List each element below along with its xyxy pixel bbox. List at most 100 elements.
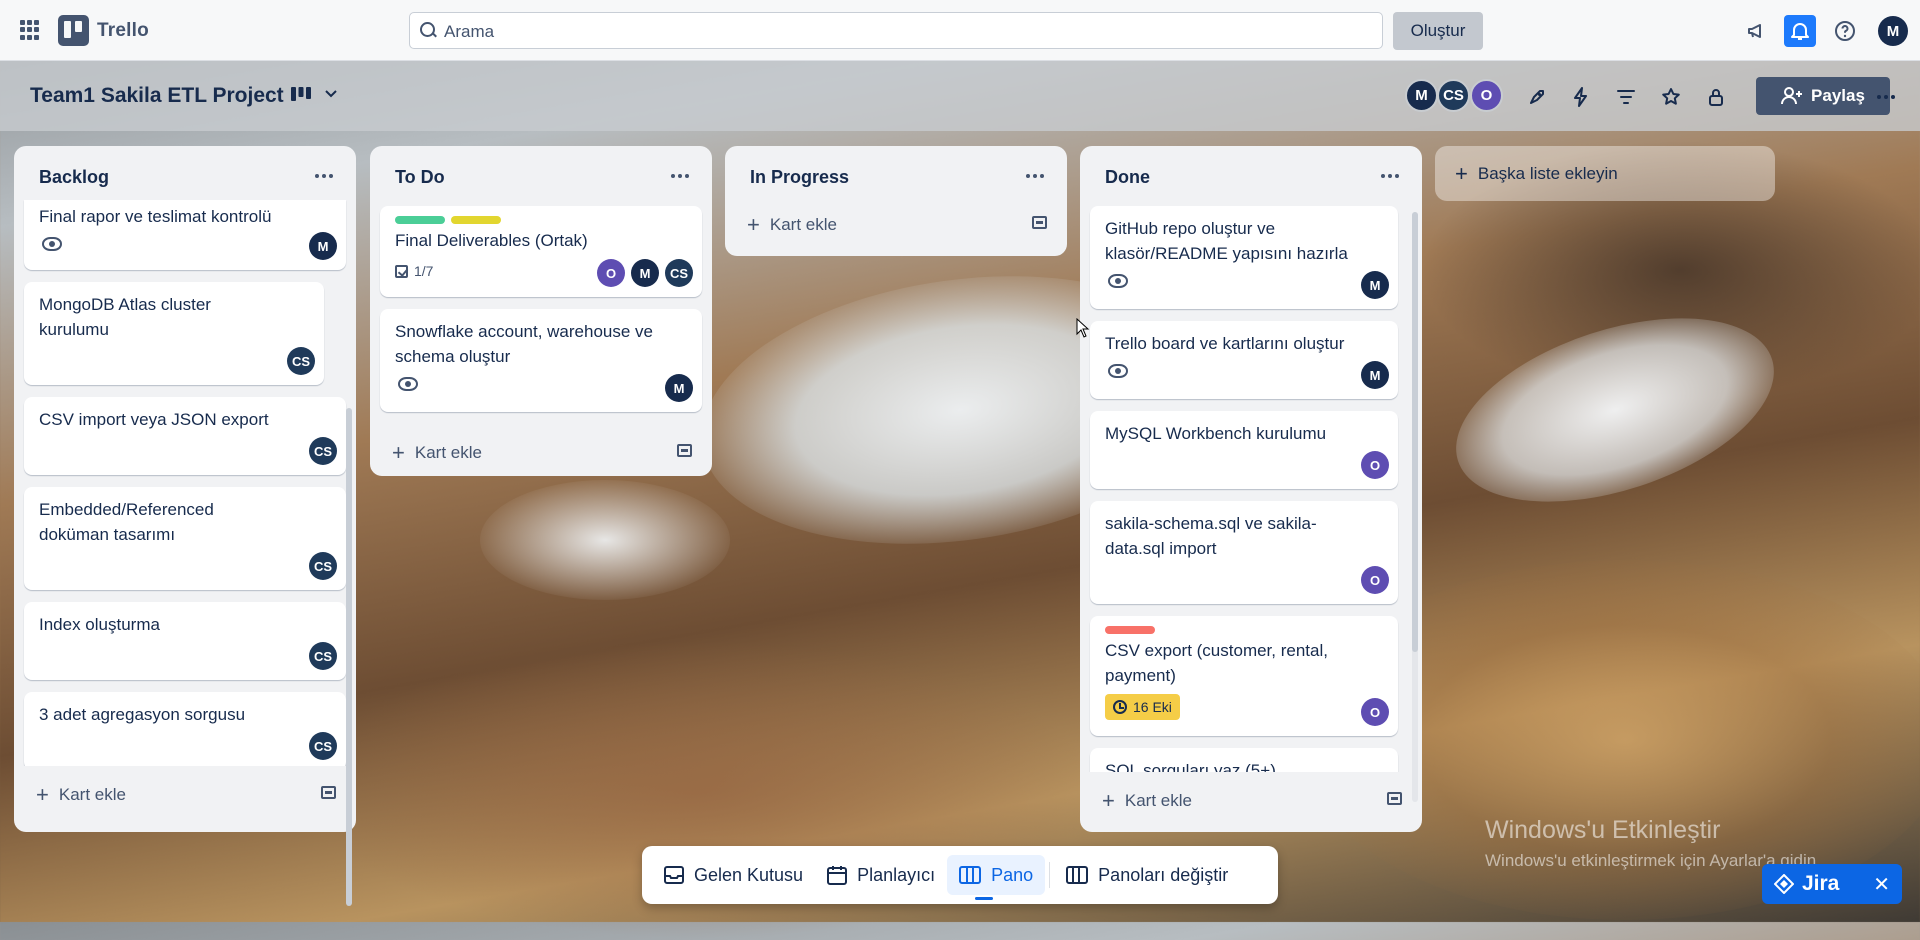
app-name: Trello	[97, 19, 149, 41]
card-title: Embedded/Referenced doküman tasarımı	[39, 500, 214, 544]
card[interactable]: SQL sorguları yaz (5+)	[1090, 748, 1398, 772]
card-label-yellow[interactable]	[451, 216, 501, 224]
add-card-button[interactable]: + Kart ekle	[28, 776, 134, 814]
card-template-icon[interactable]	[1387, 792, 1402, 805]
close-icon[interactable]: ✕	[1873, 872, 1890, 897]
mouse-cursor-icon	[1076, 318, 1090, 338]
list-in-progress: In Progress + Kart ekle	[725, 146, 1067, 256]
card[interactable]: 3 adet agregasyon sorgusu CS	[24, 692, 346, 766]
list-title[interactable]: To Do	[395, 167, 445, 188]
list-title[interactable]: Backlog	[39, 167, 109, 188]
card-member-avatar[interactable]: M	[1361, 271, 1389, 299]
add-card-button[interactable]: + Kart ekle	[1094, 782, 1200, 820]
card[interactable]: MongoDB Atlas cluster kurulumu CS	[24, 282, 324, 385]
list-menu-icon[interactable]	[1021, 164, 1049, 188]
jira-promo-chip[interactable]: Jira ✕	[1762, 864, 1902, 904]
automation-lightning-icon[interactable]	[1567, 83, 1595, 111]
calendar-icon	[827, 866, 848, 885]
list-backlog: Backlog Final rapor ve teslimat kontrolü…	[14, 146, 356, 906]
create-button[interactable]: Oluştur	[1393, 12, 1483, 50]
card-template-icon[interactable]	[1032, 216, 1047, 229]
card[interactable]: sakila-schema.sql ve sakila-data.sql imp…	[1090, 501, 1398, 604]
share-button[interactable]: Paylaş	[1756, 77, 1890, 115]
due-date-badge[interactable]: 16 Eki	[1105, 694, 1180, 720]
card-member-avatar[interactable]: O	[597, 259, 625, 287]
add-list-label: Başka liste ekleyin	[1477, 163, 1618, 183]
nav-planner[interactable]: Planlayıcı	[815, 855, 947, 895]
watermark-title: Windows'u Etkinleştir	[1485, 816, 1721, 844]
list-scrollbar[interactable]	[1412, 212, 1418, 652]
star-icon[interactable]	[1657, 83, 1685, 111]
board-title[interactable]: Team1 Sakila ETL Project	[30, 84, 284, 108]
windows-activation-watermark: Windows'u Etkinleştir Windows'u etkinleş…	[1485, 816, 1821, 871]
card[interactable]: Final Deliverables (Ortak) 1/7 O M CS	[380, 206, 702, 297]
board-member-avatar[interactable]: CS	[1437, 79, 1470, 112]
search-input[interactable]	[442, 13, 1346, 50]
card[interactable]: CSV export (customer, rental, payment) 1…	[1090, 616, 1398, 736]
nav-inbox[interactable]: Gelen Kutusu	[652, 855, 815, 895]
card-member-avatar[interactable]: CS	[309, 732, 337, 760]
app-switcher-icon[interactable]	[20, 20, 40, 40]
card-labels[interactable]	[395, 216, 688, 224]
trello-logo[interactable]: Trello	[58, 15, 149, 46]
card-template-icon[interactable]	[321, 786, 336, 799]
card-member-avatar[interactable]: CS	[287, 347, 315, 375]
card[interactable]: Embedded/Referenced doküman tasarımı CS	[24, 487, 346, 590]
user-avatar[interactable]: M	[1878, 16, 1908, 46]
nav-board[interactable]: Pano	[947, 855, 1046, 900]
card-member-avatar[interactable]: M	[309, 232, 337, 260]
board-member-avatar[interactable]: M	[1405, 79, 1438, 112]
card[interactable]: Index oluşturma CS	[24, 602, 346, 680]
list-menu-icon[interactable]	[666, 164, 694, 188]
filter-icon[interactable]	[1612, 83, 1640, 111]
card-member-avatar[interactable]: M	[665, 374, 693, 402]
power-ups-rocket-icon[interactable]	[1523, 83, 1551, 111]
list-title[interactable]: In Progress	[750, 167, 849, 188]
card-member-avatar[interactable]: O	[1361, 566, 1389, 594]
board-member-avatar[interactable]: O	[1470, 79, 1503, 112]
list-scrollbar[interactable]	[346, 408, 352, 906]
add-card-button[interactable]: + Kart ekle	[384, 434, 490, 472]
add-list-button[interactable]: + Başka liste ekleyin	[1435, 146, 1775, 201]
notifications-bell-icon[interactable]	[1784, 15, 1816, 47]
lock-visibility-icon[interactable]	[1702, 83, 1730, 111]
watching-eye-icon	[398, 377, 418, 391]
add-card-label: Kart ekle	[414, 443, 482, 462]
card-title: SQL sorguları yaz (5+)	[1105, 761, 1276, 772]
card[interactable]: GitHub repo oluştur ve klasör/README yap…	[1090, 206, 1398, 309]
nav-switch-boards[interactable]: Panoları değiştir	[1054, 855, 1240, 895]
card[interactable]: MySQL Workbench kurulumu O	[1090, 411, 1398, 489]
list-done: Done GitHub repo oluştur ve klasör/READM…	[1080, 146, 1422, 832]
card-member-avatar[interactable]: CS	[309, 642, 337, 670]
card-member-avatar[interactable]: M	[1361, 361, 1389, 389]
list-menu-icon[interactable]	[1376, 164, 1404, 188]
card[interactable]: Snowflake account, warehouse ve schema o…	[380, 309, 702, 412]
card-member-avatar[interactable]: O	[1361, 698, 1389, 726]
card-label-green[interactable]	[395, 216, 445, 224]
card-member-avatar[interactable]: CS	[665, 259, 693, 287]
card[interactable]: Trello board ve kartlarını oluştur M	[1090, 321, 1398, 399]
search-box[interactable]	[409, 12, 1383, 50]
card-label-red[interactable]	[1105, 626, 1155, 634]
card-template-icon[interactable]	[677, 444, 692, 457]
watching-eye-icon	[1108, 274, 1128, 288]
nav-label: Panoları değiştir	[1098, 864, 1229, 885]
help-icon[interactable]	[1829, 15, 1861, 47]
jira-logo-icon	[1774, 874, 1794, 894]
megaphone-icon[interactable]	[1740, 15, 1772, 47]
list-menu-icon[interactable]	[310, 164, 338, 188]
list-title[interactable]: Done	[1105, 167, 1150, 188]
board-view-switcher[interactable]	[290, 86, 338, 102]
card-title: Final Deliverables (Ortak)	[395, 231, 588, 250]
card-member-avatar[interactable]: O	[1361, 451, 1389, 479]
board-menu-icon[interactable]	[1872, 83, 1900, 111]
card-member-avatar[interactable]: CS	[309, 552, 337, 580]
card-member-avatar[interactable]: M	[631, 259, 659, 287]
card[interactable]: CSV import veya JSON export CS	[24, 397, 346, 475]
inbox-icon	[664, 866, 684, 884]
card-member-avatar[interactable]: CS	[309, 437, 337, 465]
card-labels[interactable]	[1105, 626, 1384, 634]
add-card-button[interactable]: + Kart ekle	[739, 206, 845, 244]
add-card-label: Kart ekle	[58, 785, 126, 804]
card[interactable]: Final rapor ve teslimat kontrolü M	[24, 200, 346, 270]
